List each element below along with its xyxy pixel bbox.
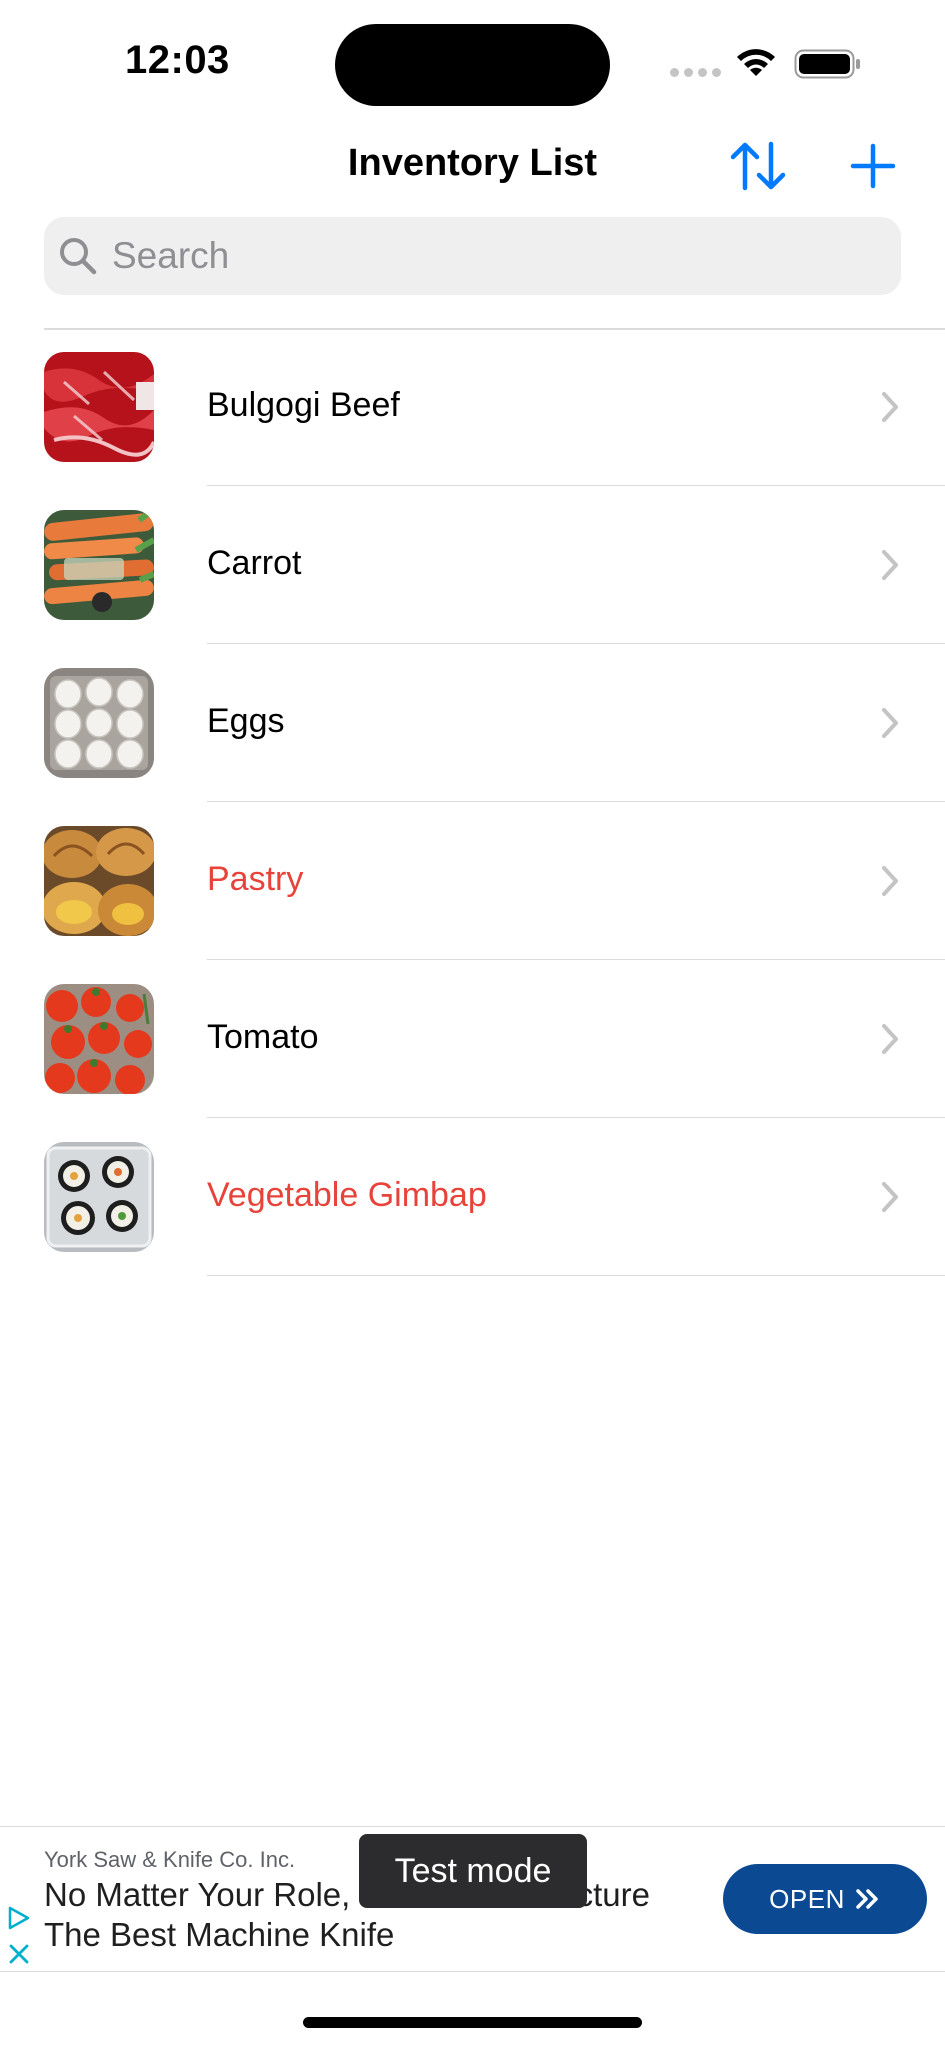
item-thumbnail [44, 1142, 154, 1252]
chevron-right-icon [882, 392, 898, 422]
close-icon[interactable] [8, 1943, 30, 1965]
item-name: Carrot [207, 544, 302, 582]
battery-icon [794, 49, 860, 79]
ad-choices-icon[interactable] [6, 1905, 32, 1931]
list-item[interactable]: Eggs [0, 644, 945, 802]
page-title: Inventory List [347, 142, 598, 184]
list-item[interactable]: Tomato [0, 960, 945, 1118]
chevron-right-icon [882, 550, 898, 580]
double-chevron-right-icon [856, 1889, 878, 1909]
list-item[interactable]: Carrot [0, 486, 945, 644]
tomato-image [44, 984, 154, 1094]
chevron-right-icon [882, 1182, 898, 1212]
item-thumbnail [44, 510, 154, 620]
list-item[interactable]: Pastry [0, 802, 945, 960]
search-bar[interactable] [44, 217, 901, 295]
chevron-right-icon [882, 708, 898, 738]
ad-open-label: OPEN [769, 1883, 845, 1914]
item-name: Vegetable Gimbap [207, 1176, 487, 1214]
plus-icon [850, 143, 896, 189]
list-item[interactable]: Vegetable Gimbap [0, 1118, 945, 1276]
gimbap-image [44, 1142, 154, 1252]
home-indicator[interactable] [303, 2017, 642, 2028]
item-thumbnail [44, 352, 154, 462]
pastry-image [44, 826, 154, 936]
chevron-right-icon [882, 866, 898, 896]
item-thumbnail [44, 984, 154, 1094]
test-mode-label: Test mode [359, 1834, 587, 1908]
item-name: Pastry [207, 860, 304, 898]
eggs-image [44, 668, 154, 778]
item-thumbnail [44, 668, 154, 778]
item-thumbnail [44, 826, 154, 936]
sort-arrows-icon [730, 141, 786, 191]
search-input[interactable] [112, 235, 872, 277]
add-button[interactable] [850, 143, 896, 189]
item-name: Eggs [207, 702, 285, 740]
search-icon [60, 238, 97, 275]
cellular-signal-icon [670, 68, 721, 77]
dynamic-island [335, 24, 610, 106]
item-name: Tomato [207, 1018, 319, 1056]
list-item[interactable]: Bulgogi Beef [0, 328, 945, 486]
chevron-right-icon [882, 1024, 898, 1054]
ad-open-button[interactable]: OPEN [723, 1864, 927, 1934]
carrot-image [44, 510, 154, 620]
status-time: 12:03 [125, 38, 230, 82]
list-separator [207, 1274, 945, 1276]
wifi-icon [737, 49, 775, 76]
item-name: Bulgogi Beef [207, 386, 400, 424]
sort-button[interactable] [728, 140, 788, 192]
beef-image [44, 352, 154, 462]
ad-advertiser: York Saw & Knife Co. Inc. [44, 1847, 296, 1872]
